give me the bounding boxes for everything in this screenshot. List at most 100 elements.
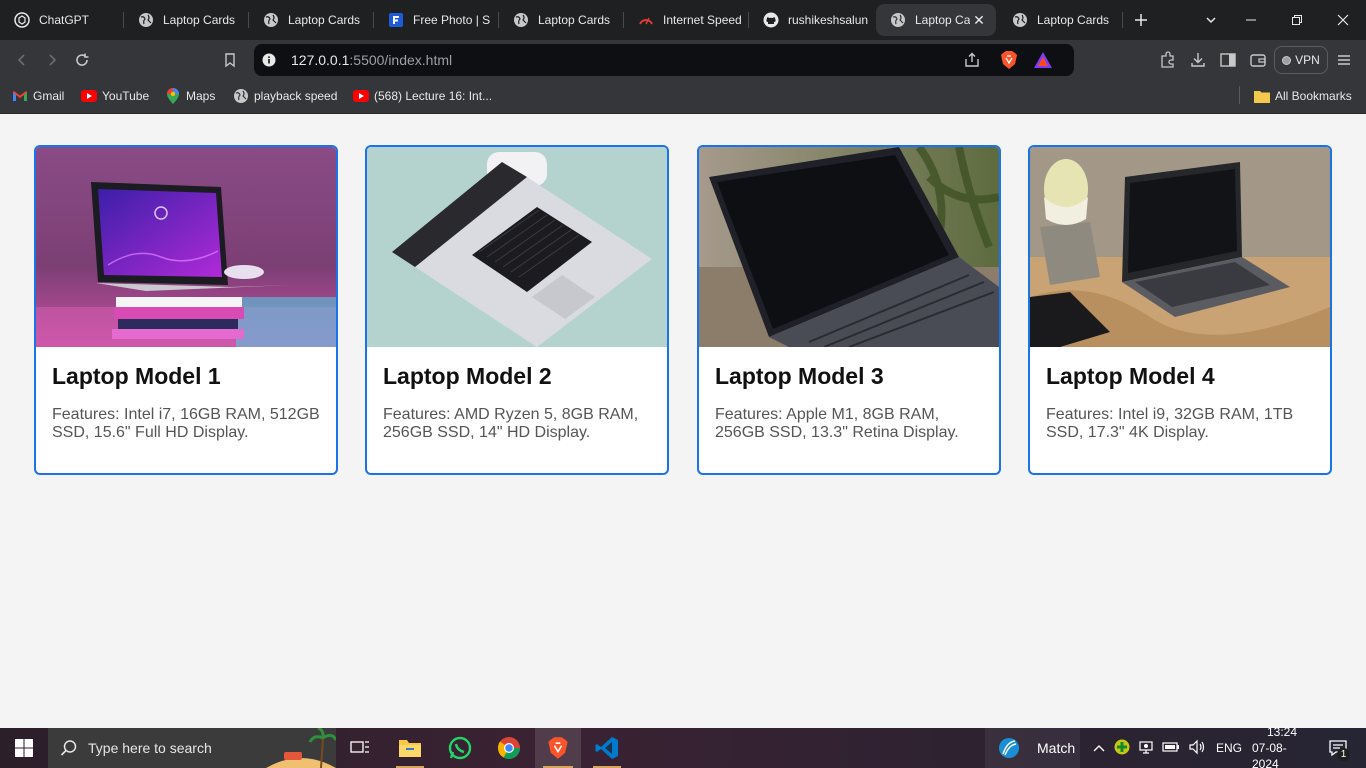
gmail-icon xyxy=(12,88,28,104)
folder-icon xyxy=(1254,88,1270,104)
task-view-button[interactable] xyxy=(340,728,380,768)
tab-title: Laptop Cards xyxy=(538,13,611,27)
system-tray: ENG xyxy=(1090,728,1242,768)
start-button[interactable] xyxy=(0,728,48,768)
plus-icon xyxy=(1135,14,1147,26)
volume-icon[interactable] xyxy=(1188,739,1206,758)
notification-center-button[interactable]: 1 xyxy=(1318,728,1358,768)
bookmark-label: Maps xyxy=(186,89,216,103)
extensions-button[interactable] xyxy=(1156,48,1180,72)
tab-laptop-cards[interactable]: Laptop Cards xyxy=(998,0,1123,40)
brave-shields-button[interactable] xyxy=(997,48,1021,72)
card-features: Features: Intel i7, 16GB RAM, 512GB SSD,… xyxy=(52,406,320,441)
card-title: Laptop Model 3 xyxy=(715,363,884,389)
tab-title: Laptop Cards xyxy=(288,13,361,27)
bookmark-maps[interactable]: Maps xyxy=(165,86,215,106)
globe-icon xyxy=(263,12,279,28)
arrow-left-icon xyxy=(17,54,25,66)
task-view-icon xyxy=(350,741,369,753)
file-explorer-button[interactable] xyxy=(388,728,432,768)
whatsapp-button[interactable] xyxy=(438,728,482,768)
brave-lion-icon xyxy=(548,737,568,759)
laptop-card: Laptop Model 4 Features: Intel i9, 32GB … xyxy=(1028,145,1332,475)
all-bookmarks-label: All Bookmarks xyxy=(1275,89,1352,103)
back-button[interactable] xyxy=(10,48,34,72)
tab-title: Laptop Cards xyxy=(1037,13,1110,27)
beach-illustration-icon xyxy=(266,728,336,768)
chatgpt-icon xyxy=(14,12,30,28)
bookmark-youtube[interactable]: YouTube xyxy=(81,86,149,106)
minimize-button[interactable] xyxy=(1228,0,1274,40)
laptop-card: Laptop Model 3 Features: Apple M1, 8GB R… xyxy=(697,145,1001,475)
clock[interactable]: 13:24 07-08-2024 xyxy=(1252,725,1312,768)
chrome-button[interactable] xyxy=(487,728,531,768)
globe-icon xyxy=(890,12,906,28)
downloads-button[interactable] xyxy=(1186,48,1210,72)
card-title: Laptop Model 4 xyxy=(1046,363,1215,389)
sidebar-button[interactable] xyxy=(1216,48,1240,72)
chevron-up-icon[interactable] xyxy=(1090,741,1108,755)
tab-internet-speed[interactable]: Internet Speed xyxy=(624,0,749,40)
laptop-image xyxy=(36,147,336,347)
language-indicator[interactable]: ENG xyxy=(1216,741,1242,755)
notification-count-badge: 1 xyxy=(1337,748,1350,761)
bookmark-icon xyxy=(225,53,235,68)
globe-icon xyxy=(138,12,154,28)
tab-title: ChatGPT xyxy=(39,13,90,27)
tab-laptop-cards[interactable]: Laptop Cards xyxy=(124,0,249,40)
site-info-icon[interactable] xyxy=(257,48,281,72)
tab-separator xyxy=(1122,12,1123,28)
bookmark-gmail[interactable]: Gmail xyxy=(12,86,64,106)
close-icon[interactable]: ✕ xyxy=(971,12,987,28)
youtube-icon xyxy=(81,88,97,104)
menu-button[interactable] xyxy=(1332,48,1356,72)
weather-widget[interactable]: Match xyxy=(985,728,1080,768)
maps-icon xyxy=(165,88,181,104)
tab-free-photo[interactable]: Free Photo | S xyxy=(374,0,499,40)
reload-button[interactable] xyxy=(70,48,94,72)
laptop-card: Laptop Model 1 Features: Intel i7, 16GB … xyxy=(34,145,338,475)
vpn-button[interactable]: VPN xyxy=(1274,46,1328,74)
tab-title: Laptop Cards xyxy=(163,13,236,27)
chevron-down-icon xyxy=(1206,17,1216,24)
brave-button[interactable] xyxy=(535,728,581,768)
brave-rewards-button[interactable] xyxy=(1031,48,1055,72)
puzzle-icon xyxy=(1161,51,1174,68)
globe-icon xyxy=(233,88,249,104)
new-tab-button[interactable] xyxy=(1123,0,1159,40)
bookmark-page-button[interactable] xyxy=(218,48,242,72)
battery-icon[interactable] xyxy=(1162,741,1180,756)
share-button[interactable] xyxy=(960,48,984,72)
bookmark-lecture[interactable]: (568) Lecture 16: Int... xyxy=(353,86,492,106)
vscode-button[interactable] xyxy=(585,728,629,768)
wallet-button[interactable] xyxy=(1246,48,1270,72)
tab-github[interactable]: rushikeshsalun xyxy=(749,0,874,40)
security-status-icon[interactable] xyxy=(1114,739,1130,758)
close-window-button[interactable] xyxy=(1320,0,1366,40)
download-icon xyxy=(1191,53,1205,67)
tab-title: Laptop Ca xyxy=(915,13,971,27)
url-text[interactable]: 127.0.0.1:5500/index.html xyxy=(291,52,452,68)
folder-icon xyxy=(399,740,421,757)
bookmark-label: playback speed xyxy=(254,89,338,103)
tab-chatgpt[interactable]: ChatGPT xyxy=(0,0,124,40)
laptop-image xyxy=(1030,147,1330,347)
meet-now-icon[interactable] xyxy=(1138,739,1154,758)
taskbar-search[interactable]: Type here to search xyxy=(48,728,336,768)
vscode-icon xyxy=(595,737,618,759)
tab-laptop-cards[interactable]: Laptop Cards xyxy=(249,0,374,40)
page-content: Laptop Model 1 Features: Intel i7, 16GB … xyxy=(0,115,1366,728)
all-bookmarks-button[interactable]: All Bookmarks xyxy=(1254,86,1352,106)
tab-laptop-cards[interactable]: Laptop Cards xyxy=(499,0,624,40)
github-icon xyxy=(763,12,779,28)
tab-laptop-cards-active[interactable]: Laptop Ca ✕ xyxy=(876,4,996,36)
bookmark-playback-speed[interactable]: playback speed xyxy=(233,86,337,106)
youtube-icon xyxy=(353,88,369,104)
bookmark-label: YouTube xyxy=(102,89,150,103)
search-icon xyxy=(60,740,77,756)
rewards-triangle-icon xyxy=(1034,52,1052,68)
forward-button[interactable] xyxy=(40,48,64,72)
restore-button[interactable] xyxy=(1274,0,1320,40)
url-host: 127.0.0.1 xyxy=(291,52,350,68)
laptop-image xyxy=(699,147,999,347)
